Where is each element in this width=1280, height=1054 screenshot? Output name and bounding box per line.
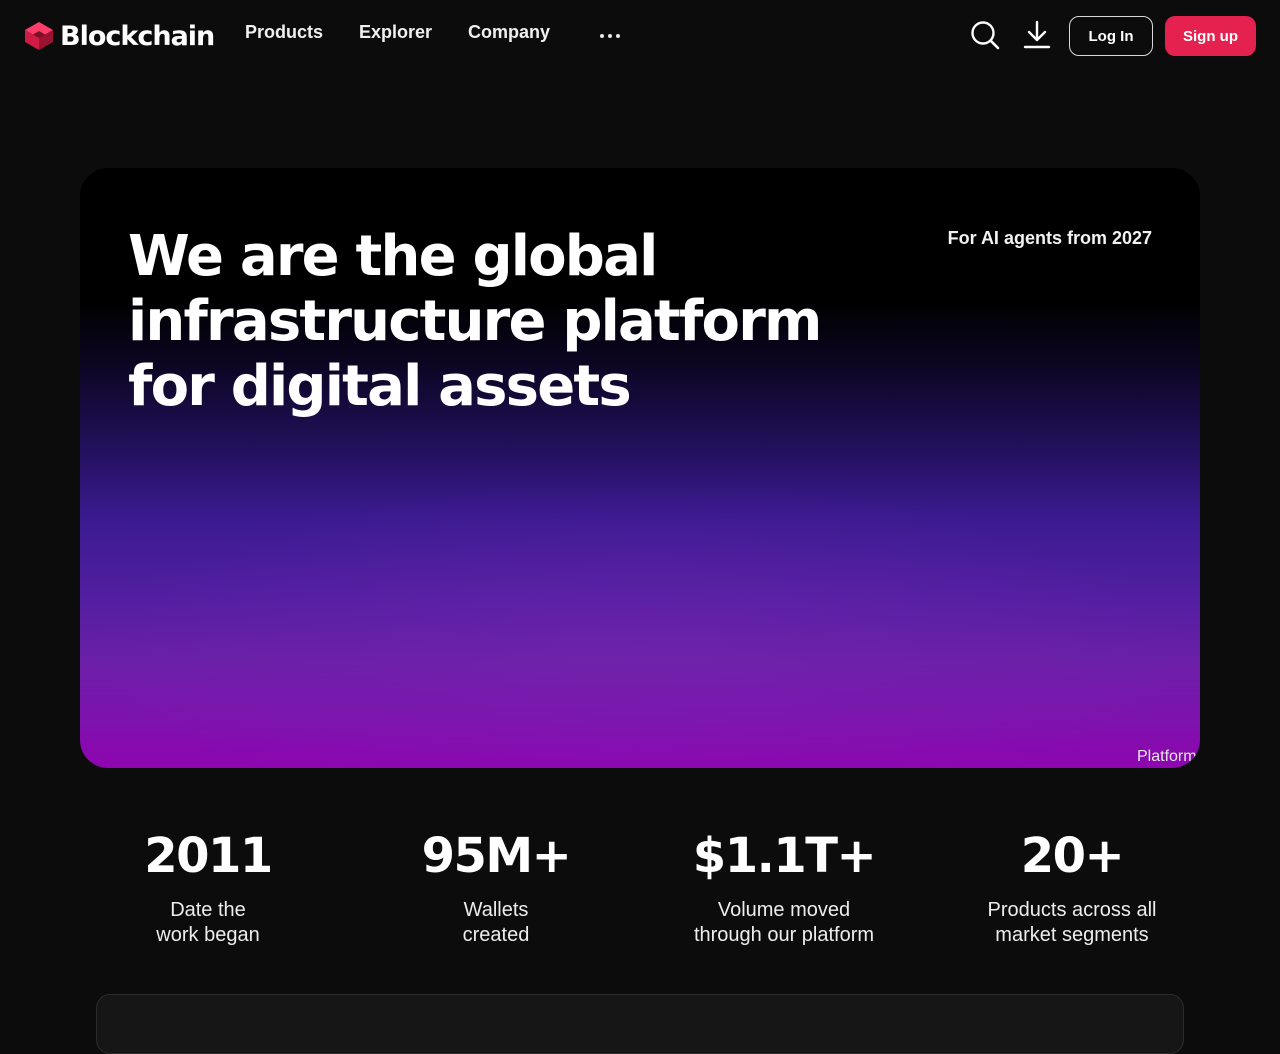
hero-corner-label[interactable]: Platform: [1137, 748, 1197, 766]
stat-item: $1.1T+ Volume moved through our platform: [640, 826, 928, 956]
stat-label: Volume moved through our platform: [693, 899, 875, 946]
hero-title: We are the global infrastructure platfor…: [128, 224, 828, 419]
hero-title-line: for digital assets: [128, 354, 632, 419]
next-section-card: [96, 994, 1184, 1054]
stat-label: Products across all market segments: [987, 899, 1157, 946]
more-dots-icon[interactable]: [600, 26, 620, 46]
blockchain-cube-icon: [25, 22, 53, 50]
search-icon[interactable]: [970, 20, 1000, 50]
hero-title-line: We are the global: [128, 224, 658, 289]
signup-button[interactable]: Sign up: [1165, 16, 1256, 56]
login-button[interactable]: Log In: [1069, 16, 1153, 56]
stat-value: 95M+: [421, 828, 572, 884]
hero-title-line: infrastructure platform: [128, 289, 822, 354]
nav-item-products[interactable]: Products: [245, 22, 323, 43]
main-nav: Products Explorer Company: [245, 22, 550, 43]
logo-text: Blockchain: [60, 20, 215, 52]
nav-item-company[interactable]: Company: [468, 22, 550, 43]
top-navigation-bar: Blockchain Products Explorer Company Log…: [0, 0, 1280, 72]
stat-value: $1.1T+: [692, 828, 877, 884]
hero-tagline: For AI agents from 2027: [947, 228, 1152, 248]
stats-row: 2011 Date the work began 95M+ Wallets cr…: [64, 826, 1216, 956]
stat-item: 2011 Date the work began: [64, 826, 352, 956]
stat-value: 20+: [1020, 828, 1125, 884]
stat-item: 95M+ Wallets created: [352, 826, 640, 956]
stat-label: Date the work began: [156, 899, 260, 946]
stat-label: Wallets created: [462, 899, 530, 946]
dot: [600, 34, 604, 38]
nav-item-explorer[interactable]: Explorer: [359, 22, 432, 43]
blockchain-logo[interactable]: Blockchain: [24, 18, 215, 54]
stat-value: 2011: [144, 828, 273, 884]
hero-banner: We are the global infrastructure platfor…: [80, 168, 1200, 768]
stat-item: 20+ Products across all market segments: [928, 826, 1216, 956]
download-icon[interactable]: [1022, 20, 1052, 50]
dot: [616, 34, 620, 38]
dot: [608, 34, 612, 38]
